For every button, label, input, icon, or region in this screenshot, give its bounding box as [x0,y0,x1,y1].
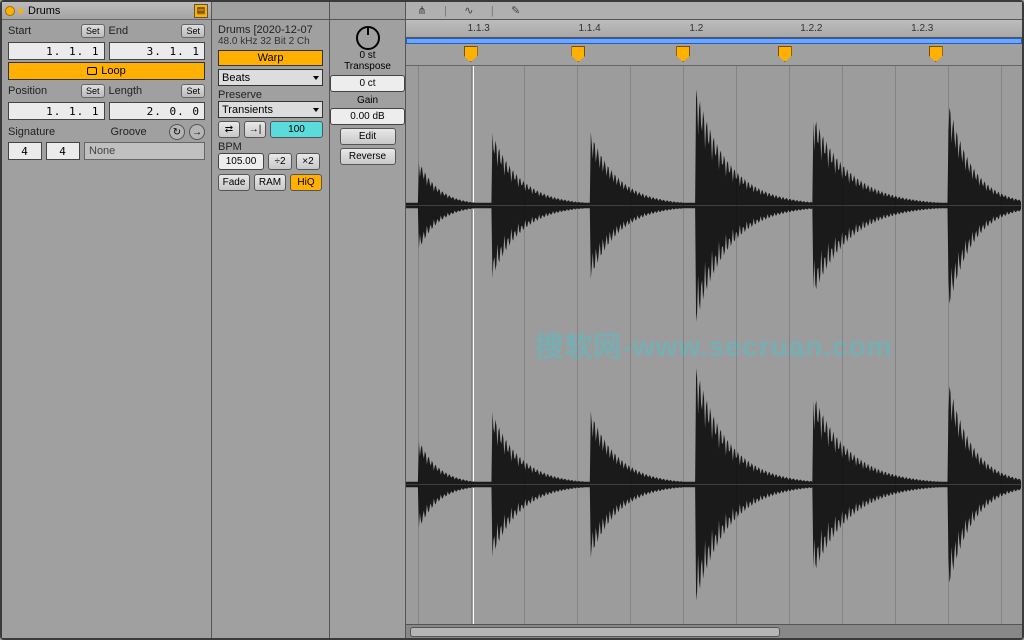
gain-label: Gain [330,95,405,106]
warp-mode-select[interactable]: Beats [218,69,323,86]
end-value[interactable]: 3. 1. 1 [109,42,206,60]
reverse-button[interactable]: Reverse [340,148,396,165]
transient-tool[interactable]: ⋔ [412,4,432,18]
clip-panel: Drums ▤ StartSet EndSet 1. 1. 1 3. 1. 1 … [2,2,212,638]
set-end-button[interactable]: Set [181,24,205,38]
warp-marker[interactable] [464,46,478,62]
fade-button[interactable]: Fade [218,174,250,191]
detune-value[interactable]: 0 ct [330,75,405,92]
groove-label: Groove [111,126,166,138]
horizontal-scrollbar[interactable] [406,624,1022,638]
fold-button[interactable]: ▤ [194,4,208,18]
warp-button[interactable]: Warp [218,50,323,66]
preserve-label: Preserve [218,89,323,101]
groove-hot-swap-button[interactable]: ↻ [169,124,185,140]
warp-marker[interactable] [571,46,585,62]
warp-marker[interactable] [778,46,792,62]
start-label: Start [8,25,31,37]
waveform-display[interactable]: 搜软网-www.secruan.com [406,66,1022,624]
clip-activator-icon[interactable] [5,6,15,16]
preserve-mode-select[interactable]: Transients [218,101,323,118]
chevron-down-icon [313,76,319,80]
chevron-down-icon [313,108,319,112]
play-icon [19,7,24,15]
warp-markers-lane[interactable] [406,44,1022,66]
ram-button[interactable]: RAM [254,174,286,191]
transpose-label: Transpose [330,61,405,72]
loop-end-button[interactable]: →| [244,121,266,138]
set-position-button[interactable]: Set [81,84,105,98]
position-value[interactable]: 1. 1. 1 [8,102,105,120]
sample-filename[interactable]: Drums [2020-12-07 [218,24,323,36]
position-label: Position [8,85,47,97]
length-value[interactable]: 2. 0. 0 [109,102,206,120]
scrollbar-thumb[interactable] [410,627,780,637]
pencil-tool[interactable]: ✎ [506,4,526,18]
bpm-half-button[interactable]: ÷2 [268,153,292,170]
hiq-button[interactable]: HiQ [290,174,322,191]
sample-toolbar: ⋔ | ∿ | ✎ [406,2,1022,20]
wave-channel-left [406,66,1022,345]
transpose-value: 0 st [330,50,405,61]
gain-value[interactable]: 0.00 dB [330,108,405,125]
bpm-label: BPM [218,141,323,153]
transpose-knob[interactable] [356,26,380,50]
set-length-button[interactable]: Set [181,84,205,98]
clip-titlebar: Drums ▤ [2,2,211,20]
envelope-tool[interactable]: ∿ [459,4,479,18]
warp-marker[interactable] [929,46,943,62]
warp-marker[interactable] [676,46,690,62]
loop-mode-button[interactable]: ⇄ [218,121,240,138]
end-label: End [109,25,129,37]
loop-icon [87,67,97,75]
grain-value[interactable]: 100 [270,121,323,138]
groove-commit-button[interactable]: → [189,124,205,140]
sig-numerator[interactable]: 4 [8,142,42,160]
signature-label: Signature [8,126,107,138]
bpm-double-button[interactable]: ×2 [296,153,320,170]
waveform-panel: ⋔ | ∿ | ✎ 1.1.3 1.1.4 1.2 1.2.2 1.2.3 搜软… [406,2,1022,638]
length-label: Length [109,85,143,97]
wave-channel-right [406,345,1022,624]
set-start-button[interactable]: Set [81,24,105,38]
sample-info: 48.0 kHz 32 Bit 2 Ch [218,36,323,47]
ruler[interactable]: 1.1.3 1.1.4 1.2 1.2.2 1.2.3 [406,20,1022,38]
loop-button[interactable]: Loop [8,62,205,80]
groove-selector[interactable]: None [84,142,205,160]
controls-panel: 0 st Transpose 0 ct Gain 0.00 dB Edit Re… [330,2,406,638]
sig-denominator[interactable]: 4 [46,142,80,160]
edit-button[interactable]: Edit [340,128,396,145]
sample-panel: Drums [2020-12-07 48.0 kHz 32 Bit 2 Ch W… [212,2,330,638]
app-root: Drums ▤ StartSet EndSet 1. 1. 1 3. 1. 1 … [0,0,1024,640]
start-value[interactable]: 1. 1. 1 [8,42,105,60]
bpm-value[interactable]: 105.00 [218,153,264,170]
clip-name[interactable]: Drums [28,5,190,17]
